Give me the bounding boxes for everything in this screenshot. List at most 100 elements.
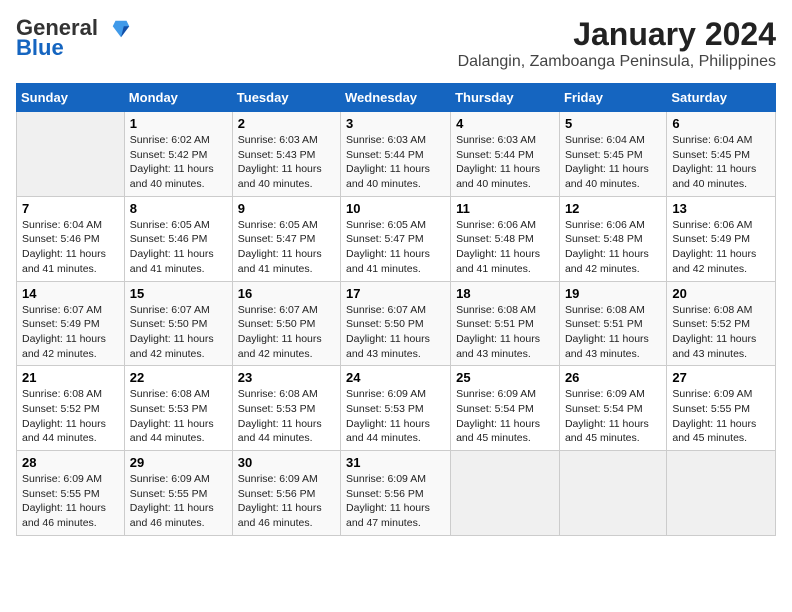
day-number: 5	[565, 116, 661, 131]
week-row-5: 28 Sunrise: 6:09 AMSunset: 5:55 PMDayligh…	[17, 451, 776, 536]
calendar-cell: 15 Sunrise: 6:07 AMSunset: 5:50 PMDayligh…	[124, 281, 232, 366]
calendar-cell: 7Sunrise: 6:04 AMSunset: 5:46 PMDaylight…	[17, 196, 125, 281]
day-info: Sunrise: 6:05 AMSunset: 5:46 PMDaylight:…	[130, 219, 214, 275]
day-number: 4	[456, 116, 554, 131]
day-number: 6	[672, 116, 770, 131]
page-header: General Blue January 2024 Dalangin, Zamb…	[16, 16, 776, 71]
calendar-cell: 29Sunrise: 6:09 AMSunset: 5:55 PMDayligh…	[124, 451, 232, 536]
day-info: Sunrise: 6:09 AMSunset: 5:54 PMDaylight:…	[456, 388, 540, 444]
day-info: Sunrise: 6:03 AMSunset: 5:43 PMDaylight:…	[238, 134, 322, 190]
calendar-cell: 19 Sunrise: 6:08 AMSunset: 5:51 PMDayligh…	[559, 281, 666, 366]
day-number: 16	[238, 286, 335, 301]
day-info: Sunrise: 6:09 AMSunset: 5:56 PMDaylight:…	[238, 473, 322, 529]
week-row-2: 7Sunrise: 6:04 AMSunset: 5:46 PMDaylight…	[17, 196, 776, 281]
day-info: Sunrise: 6:06 AMSunset: 5:48 PMDaylight:…	[565, 219, 649, 275]
day-info: Sunrise: 6:06 AMSunset: 5:48 PMDaylight:…	[456, 219, 540, 275]
calendar-cell: 5Sunrise: 6:04 AMSunset: 5:45 PMDaylight…	[559, 112, 666, 197]
day-number: 19	[565, 286, 661, 301]
day-info: Sunrise: 6:09 AMSunset: 5:56 PMDaylight:…	[346, 473, 430, 529]
day-number: 24	[346, 370, 445, 385]
day-number: 17	[346, 286, 445, 301]
calendar-cell: 13 Sunrise: 6:06 AMSunset: 5:49 PMDayligh…	[667, 196, 776, 281]
subtitle: Dalangin, Zamboanga Peninsula, Philippin…	[458, 53, 776, 71]
calendar-cell: 4Sunrise: 6:03 AMSunset: 5:44 PMDaylight…	[451, 112, 560, 197]
day-number: 8	[130, 201, 227, 216]
day-info: Sunrise: 6:07 AMSunset: 5:50 PMDaylight:…	[238, 304, 322, 360]
calendar-table: SundayMondayTuesdayWednesdayThursdayFrid…	[16, 83, 776, 536]
day-info: Sunrise: 6:08 AMSunset: 5:52 PMDaylight:…	[672, 304, 756, 360]
calendar-cell: 30 Sunrise: 6:09 AMSunset: 5:56 PMDayligh…	[232, 451, 340, 536]
day-number: 15	[130, 286, 227, 301]
day-number: 25	[456, 370, 554, 385]
week-row-4: 21 Sunrise: 6:08 AMSunset: 5:52 PMDayligh…	[17, 366, 776, 451]
calendar-cell: 31 Sunrise: 6:09 AMSunset: 5:56 PMDayligh…	[341, 451, 451, 536]
day-info: Sunrise: 6:04 AMSunset: 5:45 PMDaylight:…	[672, 134, 756, 190]
day-number: 14	[22, 286, 119, 301]
day-number: 26	[565, 370, 661, 385]
header-friday: Friday	[559, 84, 666, 112]
day-number: 21	[22, 370, 119, 385]
day-number: 28	[22, 455, 119, 470]
day-info: Sunrise: 6:07 AMSunset: 5:50 PMDaylight:…	[130, 304, 214, 360]
calendar-cell: 23Sunrise: 6:08 AMSunset: 5:53 PMDayligh…	[232, 366, 340, 451]
calendar-cell: 8 Sunrise: 6:05 AMSunset: 5:46 PMDaylight…	[124, 196, 232, 281]
calendar-cell: 1 Sunrise: 6:02 AMSunset: 5:42 PMDaylight…	[124, 112, 232, 197]
day-number: 11	[456, 201, 554, 216]
calendar-cell: 17 Sunrise: 6:07 AMSunset: 5:50 PMDayligh…	[341, 281, 451, 366]
calendar-cell	[559, 451, 666, 536]
day-number: 20	[672, 286, 770, 301]
day-number: 13	[672, 201, 770, 216]
day-info: Sunrise: 6:07 AMSunset: 5:50 PMDaylight:…	[346, 304, 430, 360]
day-info: Sunrise: 6:08 AMSunset: 5:52 PMDaylight:…	[22, 388, 106, 444]
calendar-cell: 10Sunrise: 6:05 AMSunset: 5:47 PMDayligh…	[341, 196, 451, 281]
week-row-1: 1 Sunrise: 6:02 AMSunset: 5:42 PMDaylight…	[17, 112, 776, 197]
day-info: Sunrise: 6:06 AMSunset: 5:49 PMDaylight:…	[672, 219, 756, 275]
day-info: Sunrise: 6:08 AMSunset: 5:53 PMDaylight:…	[130, 388, 214, 444]
day-number: 27	[672, 370, 770, 385]
day-info: Sunrise: 6:09 AMSunset: 5:53 PMDaylight:…	[346, 388, 430, 444]
calendar-cell: 14 Sunrise: 6:07 AMSunset: 5:49 PMDayligh…	[17, 281, 125, 366]
logo-blue: Blue	[16, 35, 64, 60]
header-thursday: Thursday	[451, 84, 560, 112]
calendar-cell: 21 Sunrise: 6:08 AMSunset: 5:52 PMDayligh…	[17, 366, 125, 451]
day-info: Sunrise: 6:09 AMSunset: 5:55 PMDaylight:…	[672, 388, 756, 444]
calendar-cell: 12 Sunrise: 6:06 AMSunset: 5:48 PMDayligh…	[559, 196, 666, 281]
day-number: 2	[238, 116, 335, 131]
main-title: January 2024	[458, 16, 776, 53]
day-info: Sunrise: 6:02 AMSunset: 5:42 PMDaylight:…	[130, 134, 214, 190]
calendar-cell: 25 Sunrise: 6:09 AMSunset: 5:54 PMDayligh…	[451, 366, 560, 451]
day-info: Sunrise: 6:03 AMSunset: 5:44 PMDaylight:…	[346, 134, 430, 190]
calendar-cell: 6 Sunrise: 6:04 AMSunset: 5:45 PMDaylight…	[667, 112, 776, 197]
header-saturday: Saturday	[667, 84, 776, 112]
header-tuesday: Tuesday	[232, 84, 340, 112]
day-info: Sunrise: 6:07 AMSunset: 5:49 PMDaylight:…	[22, 304, 106, 360]
calendar-cell: 27 Sunrise: 6:09 AMSunset: 5:55 PMDayligh…	[667, 366, 776, 451]
day-number: 22	[130, 370, 227, 385]
header-wednesday: Wednesday	[341, 84, 451, 112]
calendar-cell: 26 Sunrise: 6:09 AMSunset: 5:54 PMDayligh…	[559, 366, 666, 451]
calendar-cell: 20 Sunrise: 6:08 AMSunset: 5:52 PMDayligh…	[667, 281, 776, 366]
day-number: 7	[22, 201, 119, 216]
day-number: 1	[130, 116, 227, 131]
calendar-cell: 3Sunrise: 6:03 AMSunset: 5:44 PMDaylight…	[341, 112, 451, 197]
day-number: 31	[346, 455, 445, 470]
calendar-cell	[667, 451, 776, 536]
day-number: 23	[238, 370, 335, 385]
title-area: January 2024 Dalangin, Zamboanga Peninsu…	[458, 16, 776, 71]
calendar-cell: 22 Sunrise: 6:08 AMSunset: 5:53 PMDayligh…	[124, 366, 232, 451]
calendar-cell: 24 Sunrise: 6:09 AMSunset: 5:53 PMDayligh…	[341, 366, 451, 451]
day-number: 12	[565, 201, 661, 216]
calendar-header-row: SundayMondayTuesdayWednesdayThursdayFrid…	[17, 84, 776, 112]
day-info: Sunrise: 6:08 AMSunset: 5:51 PMDaylight:…	[456, 304, 540, 360]
day-info: Sunrise: 6:09 AMSunset: 5:55 PMDaylight:…	[22, 473, 106, 529]
day-number: 30	[238, 455, 335, 470]
day-number: 10	[346, 201, 445, 216]
logo-icon	[110, 18, 132, 40]
logo: General Blue	[16, 16, 132, 60]
day-number: 9	[238, 201, 335, 216]
calendar-cell: 9Sunrise: 6:05 AMSunset: 5:47 PMDaylight…	[232, 196, 340, 281]
day-info: Sunrise: 6:09 AMSunset: 5:54 PMDaylight:…	[565, 388, 649, 444]
calendar-cell: 16 Sunrise: 6:07 AMSunset: 5:50 PMDayligh…	[232, 281, 340, 366]
day-info: Sunrise: 6:08 AMSunset: 5:51 PMDaylight:…	[565, 304, 649, 360]
day-info: Sunrise: 6:09 AMSunset: 5:55 PMDaylight:…	[130, 473, 214, 529]
